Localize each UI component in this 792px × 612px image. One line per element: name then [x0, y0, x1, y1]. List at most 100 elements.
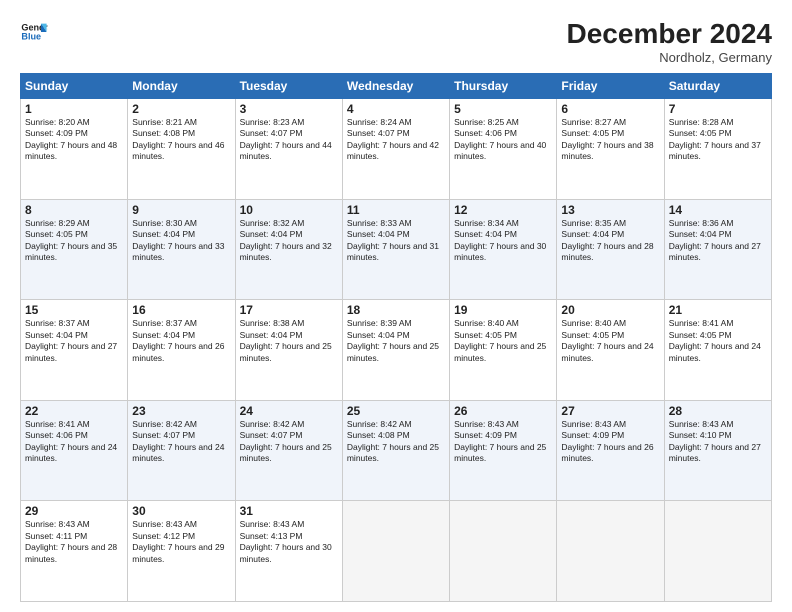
page: General Blue December 2024 Nordholz, Ger…	[0, 0, 792, 612]
day-header-monday: Monday	[128, 74, 235, 99]
svg-text:Blue: Blue	[21, 32, 41, 42]
calendar-cell: 2Sunrise: 8:21 AMSunset: 4:08 PMDaylight…	[128, 99, 235, 200]
cell-content: Sunrise: 8:43 AMSunset: 4:10 PMDaylight:…	[669, 419, 767, 465]
calendar-cell: 17Sunrise: 8:38 AMSunset: 4:04 PMDayligh…	[235, 300, 342, 401]
day-number: 12	[454, 203, 552, 217]
calendar-cell: 29Sunrise: 8:43 AMSunset: 4:11 PMDayligh…	[21, 501, 128, 602]
day-number: 6	[561, 102, 659, 116]
day-number: 21	[669, 303, 767, 317]
cell-content: Sunrise: 8:40 AMSunset: 4:05 PMDaylight:…	[561, 318, 659, 364]
cell-content: Sunrise: 8:25 AMSunset: 4:06 PMDaylight:…	[454, 117, 552, 163]
calendar-cell: 7Sunrise: 8:28 AMSunset: 4:05 PMDaylight…	[664, 99, 771, 200]
cell-content: Sunrise: 8:24 AMSunset: 4:07 PMDaylight:…	[347, 117, 445, 163]
calendar-cell: 22Sunrise: 8:41 AMSunset: 4:06 PMDayligh…	[21, 400, 128, 501]
day-number: 9	[132, 203, 230, 217]
day-number: 15	[25, 303, 123, 317]
month-title: December 2024	[567, 18, 772, 50]
calendar-cell: 16Sunrise: 8:37 AMSunset: 4:04 PMDayligh…	[128, 300, 235, 401]
calendar-cell	[664, 501, 771, 602]
day-number: 4	[347, 102, 445, 116]
calendar-cell: 3Sunrise: 8:23 AMSunset: 4:07 PMDaylight…	[235, 99, 342, 200]
cell-content: Sunrise: 8:37 AMSunset: 4:04 PMDaylight:…	[132, 318, 230, 364]
day-header-saturday: Saturday	[664, 74, 771, 99]
calendar-cell: 18Sunrise: 8:39 AMSunset: 4:04 PMDayligh…	[342, 300, 449, 401]
cell-content: Sunrise: 8:41 AMSunset: 4:06 PMDaylight:…	[25, 419, 123, 465]
cell-content: Sunrise: 8:40 AMSunset: 4:05 PMDaylight:…	[454, 318, 552, 364]
day-number: 2	[132, 102, 230, 116]
calendar-header-row: SundayMondayTuesdayWednesdayThursdayFrid…	[21, 74, 772, 99]
day-number: 23	[132, 404, 230, 418]
day-number: 8	[25, 203, 123, 217]
day-number: 1	[25, 102, 123, 116]
day-number: 26	[454, 404, 552, 418]
day-number: 31	[240, 504, 338, 518]
calendar-cell: 27Sunrise: 8:43 AMSunset: 4:09 PMDayligh…	[557, 400, 664, 501]
day-number: 5	[454, 102, 552, 116]
calendar-cell: 1Sunrise: 8:20 AMSunset: 4:09 PMDaylight…	[21, 99, 128, 200]
calendar-cell: 23Sunrise: 8:42 AMSunset: 4:07 PMDayligh…	[128, 400, 235, 501]
cell-content: Sunrise: 8:43 AMSunset: 4:12 PMDaylight:…	[132, 519, 230, 565]
calendar-cell	[450, 501, 557, 602]
cell-content: Sunrise: 8:27 AMSunset: 4:05 PMDaylight:…	[561, 117, 659, 163]
cell-content: Sunrise: 8:23 AMSunset: 4:07 PMDaylight:…	[240, 117, 338, 163]
logo: General Blue	[20, 18, 48, 46]
day-number: 18	[347, 303, 445, 317]
cell-content: Sunrise: 8:43 AMSunset: 4:09 PMDaylight:…	[561, 419, 659, 465]
cell-content: Sunrise: 8:36 AMSunset: 4:04 PMDaylight:…	[669, 218, 767, 264]
calendar-cell: 10Sunrise: 8:32 AMSunset: 4:04 PMDayligh…	[235, 199, 342, 300]
day-number: 10	[240, 203, 338, 217]
calendar-table: SundayMondayTuesdayWednesdayThursdayFrid…	[20, 73, 772, 602]
cell-content: Sunrise: 8:29 AMSunset: 4:05 PMDaylight:…	[25, 218, 123, 264]
calendar-week-row: 22Sunrise: 8:41 AMSunset: 4:06 PMDayligh…	[21, 400, 772, 501]
calendar-cell: 25Sunrise: 8:42 AMSunset: 4:08 PMDayligh…	[342, 400, 449, 501]
cell-content: Sunrise: 8:38 AMSunset: 4:04 PMDaylight:…	[240, 318, 338, 364]
calendar-cell: 5Sunrise: 8:25 AMSunset: 4:06 PMDaylight…	[450, 99, 557, 200]
calendar-cell: 9Sunrise: 8:30 AMSunset: 4:04 PMDaylight…	[128, 199, 235, 300]
day-number: 30	[132, 504, 230, 518]
day-number: 20	[561, 303, 659, 317]
cell-content: Sunrise: 8:42 AMSunset: 4:07 PMDaylight:…	[132, 419, 230, 465]
calendar-body: 1Sunrise: 8:20 AMSunset: 4:09 PMDaylight…	[21, 99, 772, 602]
day-number: 11	[347, 203, 445, 217]
cell-content: Sunrise: 8:43 AMSunset: 4:09 PMDaylight:…	[454, 419, 552, 465]
logo-icon: General Blue	[20, 18, 48, 46]
day-number: 28	[669, 404, 767, 418]
day-header-friday: Friday	[557, 74, 664, 99]
location: Nordholz, Germany	[567, 50, 772, 65]
calendar-cell: 12Sunrise: 8:34 AMSunset: 4:04 PMDayligh…	[450, 199, 557, 300]
calendar-cell: 24Sunrise: 8:42 AMSunset: 4:07 PMDayligh…	[235, 400, 342, 501]
day-number: 27	[561, 404, 659, 418]
calendar-cell: 13Sunrise: 8:35 AMSunset: 4:04 PMDayligh…	[557, 199, 664, 300]
calendar-cell: 20Sunrise: 8:40 AMSunset: 4:05 PMDayligh…	[557, 300, 664, 401]
day-header-thursday: Thursday	[450, 74, 557, 99]
calendar-cell: 21Sunrise: 8:41 AMSunset: 4:05 PMDayligh…	[664, 300, 771, 401]
cell-content: Sunrise: 8:33 AMSunset: 4:04 PMDaylight:…	[347, 218, 445, 264]
cell-content: Sunrise: 8:35 AMSunset: 4:04 PMDaylight:…	[561, 218, 659, 264]
day-number: 3	[240, 102, 338, 116]
day-number: 22	[25, 404, 123, 418]
calendar-cell: 6Sunrise: 8:27 AMSunset: 4:05 PMDaylight…	[557, 99, 664, 200]
calendar-cell: 15Sunrise: 8:37 AMSunset: 4:04 PMDayligh…	[21, 300, 128, 401]
cell-content: Sunrise: 8:42 AMSunset: 4:08 PMDaylight:…	[347, 419, 445, 465]
cell-content: Sunrise: 8:30 AMSunset: 4:04 PMDaylight:…	[132, 218, 230, 264]
day-number: 19	[454, 303, 552, 317]
title-block: December 2024 Nordholz, Germany	[567, 18, 772, 65]
calendar-week-row: 15Sunrise: 8:37 AMSunset: 4:04 PMDayligh…	[21, 300, 772, 401]
cell-content: Sunrise: 8:34 AMSunset: 4:04 PMDaylight:…	[454, 218, 552, 264]
calendar-cell: 4Sunrise: 8:24 AMSunset: 4:07 PMDaylight…	[342, 99, 449, 200]
cell-content: Sunrise: 8:42 AMSunset: 4:07 PMDaylight:…	[240, 419, 338, 465]
day-number: 17	[240, 303, 338, 317]
calendar-cell: 14Sunrise: 8:36 AMSunset: 4:04 PMDayligh…	[664, 199, 771, 300]
day-header-sunday: Sunday	[21, 74, 128, 99]
cell-content: Sunrise: 8:41 AMSunset: 4:05 PMDaylight:…	[669, 318, 767, 364]
header: General Blue December 2024 Nordholz, Ger…	[20, 18, 772, 65]
day-number: 14	[669, 203, 767, 217]
calendar-week-row: 8Sunrise: 8:29 AMSunset: 4:05 PMDaylight…	[21, 199, 772, 300]
day-header-wednesday: Wednesday	[342, 74, 449, 99]
cell-content: Sunrise: 8:39 AMSunset: 4:04 PMDaylight:…	[347, 318, 445, 364]
calendar-cell	[342, 501, 449, 602]
day-number: 25	[347, 404, 445, 418]
day-number: 13	[561, 203, 659, 217]
cell-content: Sunrise: 8:43 AMSunset: 4:13 PMDaylight:…	[240, 519, 338, 565]
cell-content: Sunrise: 8:37 AMSunset: 4:04 PMDaylight:…	[25, 318, 123, 364]
